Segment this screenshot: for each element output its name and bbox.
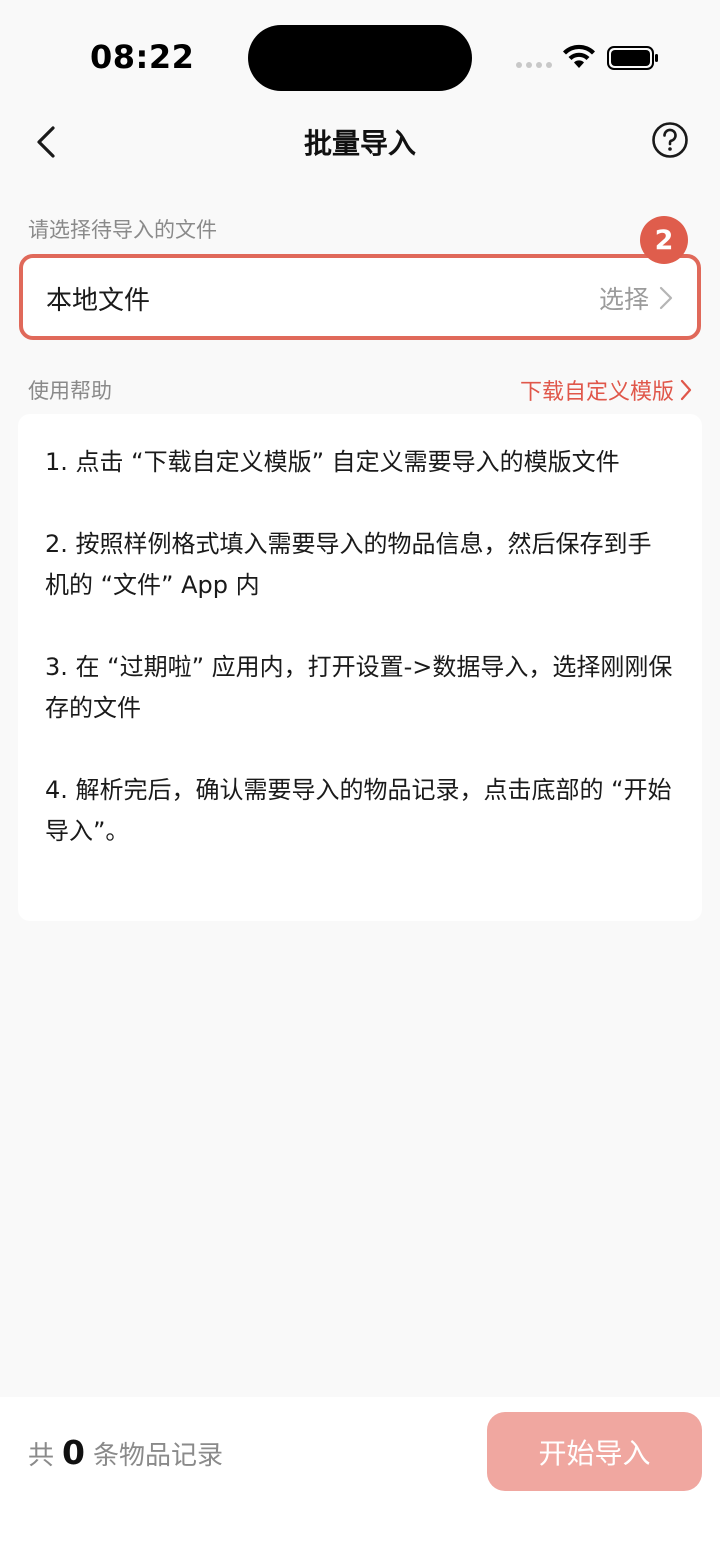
dynamic-island — [248, 25, 472, 91]
battery-icon — [607, 46, 658, 70]
local-file-label: 本地文件 — [46, 286, 151, 316]
signal-icon — [516, 62, 552, 68]
help-icon[interactable] — [650, 120, 690, 160]
local-file-selector[interactable]: 本地文件 选择 — [19, 254, 701, 340]
record-count-prefix: 共 — [28, 1441, 55, 1471]
record-count: 共 0 条物品记录 — [28, 1433, 223, 1472]
batch-import-screen: 08:22 批量导入 请选择待导入的文件 本地文件 选择 2 使用帮助 下载自定… — [0, 0, 720, 1566]
record-count-value: 0 — [62, 1433, 85, 1472]
file-section-label: 请选择待导入的文件 — [28, 218, 217, 242]
help-step-2: 2. 按照样例格式填入需要导入的物品信息，然后保存到手机的 “文件” App 内 — [45, 530, 652, 599]
wifi-icon — [563, 44, 595, 68]
help-step-4: 4. 解析完后，确认需要导入的物品记录，点击底部的 “开始导入”。 — [45, 776, 672, 845]
help-steps: 1. 点击 “下载自定义模版” 自定义需要导入的模版文件 2. 按照样例格式填入… — [45, 442, 675, 893]
help-step-3: 3. 在 “过期啦” 应用内，打开设置->数据导入，选择刚刚保存的文件 — [45, 653, 673, 722]
chevron-right-icon — [659, 286, 673, 310]
help-card: 1. 点击 “下载自定义模版” 自定义需要导入的模版文件 2. 按照样例格式填入… — [18, 414, 702, 921]
step-badge: 2 — [640, 216, 688, 264]
chevron-right-icon — [680, 379, 692, 401]
status-bar: 08:22 — [0, 0, 720, 110]
status-time: 08:22 — [90, 38, 195, 76]
download-template-link[interactable]: 下载自定义模版 — [520, 374, 692, 406]
help-step-1: 1. 点击 “下载自定义模版” 自定义需要导入的模版文件 — [45, 448, 620, 476]
nav-bar: 批量导入 — [0, 110, 720, 174]
download-template-label: 下载自定义模版 — [519, 380, 674, 405]
bottom-bar: 共 0 条物品记录 开始导入 — [0, 1397, 720, 1566]
select-file-action[interactable]: 选择 — [599, 280, 673, 316]
help-section-label: 使用帮助 — [28, 379, 112, 403]
page-title: 批量导入 — [303, 127, 416, 160]
select-label: 选择 — [598, 285, 649, 314]
record-count-suffix: 条物品记录 — [92, 1441, 223, 1471]
start-import-button[interactable]: 开始导入 — [487, 1412, 702, 1491]
